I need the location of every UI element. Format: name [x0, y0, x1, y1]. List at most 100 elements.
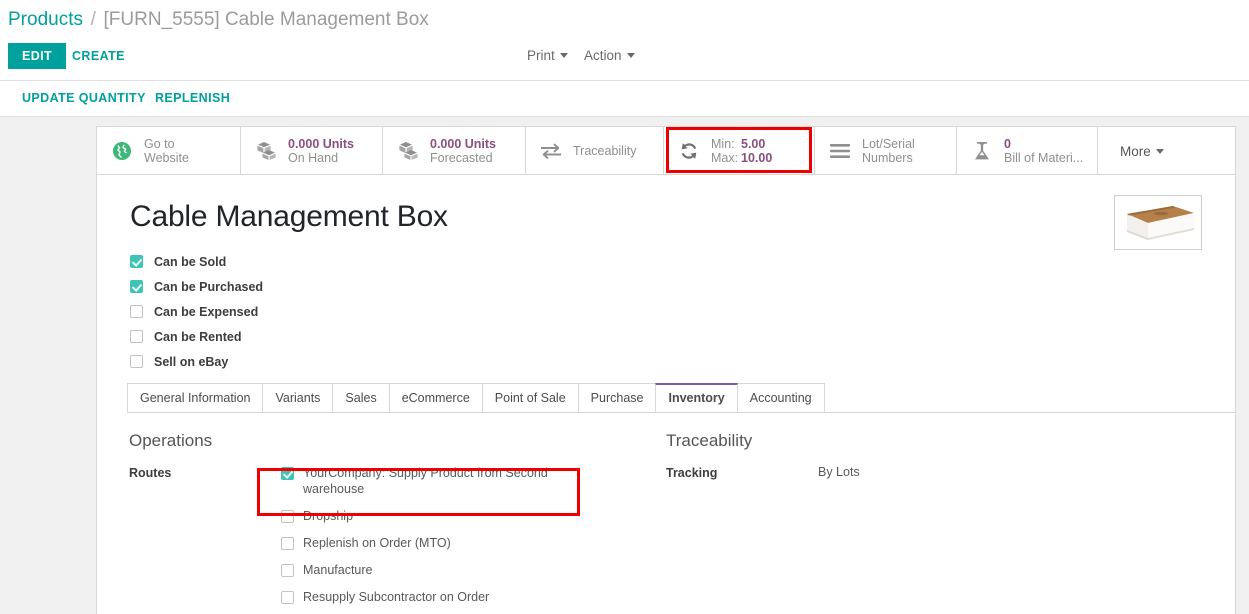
action-bar: EDIT CREATE Print Action: [0, 40, 1249, 81]
stat-label-bom: 0 Bill of Materi...: [1004, 137, 1083, 165]
route-label: YourCompany: Supply Product from Second …: [303, 465, 581, 497]
stat-line-2: Website: [144, 151, 189, 165]
route-label: Replenish on Order (MTO): [303, 535, 451, 551]
tab-point-of-sale[interactable]: Point of Sale: [482, 383, 579, 412]
stat-label-traceability: Traceability: [573, 144, 636, 158]
stat-label-lot-serial: Lot/Serial Numbers: [862, 137, 915, 165]
notebook-tabs: General Information Variants Sales eComm…: [127, 383, 1235, 413]
product-image[interactable]: [1114, 195, 1202, 250]
stat-button-traceability[interactable]: Traceability: [526, 127, 664, 175]
flag-row-can-be-purchased[interactable]: Can be Purchased: [130, 274, 263, 299]
stat-line-forecasted: Forecasted: [430, 151, 493, 165]
stat-value-on-hand: 0.000 Units: [288, 137, 354, 151]
exchange-arrows-icon: [538, 138, 564, 164]
route-row-replenish-on-order-mto[interactable]: Replenish on Order (MTO): [281, 535, 581, 551]
stat-label-min-max: Min:5.00 Max:10.00: [711, 137, 772, 165]
breadcrumb-separator: /: [87, 9, 100, 30]
breadcrumb-products-link[interactable]: Products: [8, 9, 83, 30]
tab-sales[interactable]: Sales: [332, 383, 389, 412]
stat-line-1: Go to: [144, 137, 175, 151]
form-sheet: Go to Website 0.000 Units On Hand: [96, 126, 1236, 614]
routes-field-row: Routes YourCompany: Supply Product from …: [129, 465, 689, 614]
stat-label-forecasted: 0.000 Units Forecasted: [430, 137, 496, 165]
flask-icon: [969, 138, 995, 164]
flag-row-can-be-rented[interactable]: Can be Rented: [130, 324, 263, 349]
min-key: Min:: [711, 137, 741, 151]
secondary-action-bar: UPDATE QUANTITY REPLENISH: [0, 81, 1249, 117]
checkbox-can-be-sold[interactable]: [130, 255, 143, 268]
create-button[interactable]: CREATE: [62, 43, 135, 69]
print-dropdown[interactable]: Print: [527, 48, 568, 63]
checkbox-can-be-rented[interactable]: [130, 330, 143, 343]
routes-label: Routes: [129, 465, 281, 614]
checkbox-route-supply-from-second-warehouse[interactable]: [281, 467, 294, 480]
tab-inventory[interactable]: Inventory: [655, 383, 737, 412]
tab-ecommerce[interactable]: eCommerce: [389, 383, 483, 412]
replenish-button[interactable]: REPLENISH: [149, 90, 236, 106]
route-label: Resupply Subcontractor on Order: [303, 589, 489, 605]
stat-line-on-hand: On Hand: [288, 151, 338, 165]
stat-button-min-max-rules[interactable]: Min:5.00 Max:10.00: [664, 127, 815, 175]
cable-management-box-illustration: [1115, 196, 1201, 249]
route-label: Manufacture: [303, 562, 372, 578]
update-quantity-button[interactable]: UPDATE QUANTITY: [16, 90, 152, 106]
chevron-down-icon: [627, 53, 635, 58]
route-row-supply-from-second-warehouse[interactable]: YourCompany: Supply Product from Second …: [281, 465, 581, 497]
max-row: Max:10.00: [711, 151, 772, 165]
stat-line-2: Numbers: [862, 151, 913, 165]
stat-button-lot-serial-numbers[interactable]: Lot/Serial Numbers: [815, 127, 957, 175]
stat-button-on-hand[interactable]: 0.000 Units On Hand: [241, 127, 383, 175]
checkbox-route-resupply-subcontractor[interactable]: [281, 591, 294, 604]
breadcrumb-current-record: [FURN_5555] Cable Management Box: [104, 9, 429, 30]
refresh-cycle-icon: [676, 138, 702, 164]
tracking-value: By Lots: [818, 465, 860, 480]
operations-group: Operations Routes YourCompany: Supply Pr…: [129, 431, 689, 614]
flag-label: Can be Purchased: [154, 280, 263, 294]
flag-row-can-be-sold[interactable]: Can be Sold: [130, 249, 263, 274]
boxes-icon: [253, 138, 279, 164]
tab-general-information[interactable]: General Information: [127, 383, 263, 412]
traceability-group: Traceability Tracking By Lots: [666, 431, 1186, 480]
route-row-dropship[interactable]: Dropship: [281, 508, 581, 524]
globe-icon: [109, 138, 135, 164]
max-key: Max:: [711, 151, 741, 165]
checkbox-route-dropship[interactable]: [281, 510, 294, 523]
flag-label: Sell on eBay: [154, 355, 228, 369]
stat-button-go-to-website[interactable]: Go to Website: [97, 127, 241, 175]
routes-checkbox-list: YourCompany: Supply Product from Second …: [281, 465, 581, 614]
tracking-label: Tracking: [666, 465, 818, 480]
chevron-down-icon: [1156, 149, 1164, 154]
tab-purchase[interactable]: Purchase: [578, 383, 657, 412]
tab-variants[interactable]: Variants: [262, 383, 333, 412]
page-title: Cable Management Box: [130, 200, 448, 234]
stat-line-1: Lot/Serial: [862, 137, 915, 151]
route-label: Dropship: [303, 508, 353, 524]
stat-button-forecasted[interactable]: 0.000 Units Forecasted: [383, 127, 526, 175]
stat-button-bill-of-materials[interactable]: 0 Bill of Materi...: [957, 127, 1098, 175]
route-row-resupply-subcontractor-on-order[interactable]: Resupply Subcontractor on Order: [281, 589, 581, 605]
traceability-group-title: Traceability: [666, 431, 1186, 451]
checkbox-sell-on-ebay[interactable]: [130, 355, 143, 368]
stat-label-on-hand: 0.000 Units On Hand: [288, 137, 354, 165]
action-dropdown[interactable]: Action: [584, 48, 635, 63]
action-label: Action: [584, 48, 622, 63]
flag-row-can-be-expensed[interactable]: Can be Expensed: [130, 299, 263, 324]
more-dropdown-button[interactable]: More: [1098, 127, 1186, 175]
checkbox-route-replenish-on-order[interactable]: [281, 537, 294, 550]
breadcrumb: Products / [FURN_5555] Cable Management …: [0, 0, 1249, 40]
min-row: Min:5.00: [711, 137, 765, 151]
tab-accounting[interactable]: Accounting: [737, 383, 825, 412]
min-value: 5.00: [741, 137, 765, 151]
edit-button[interactable]: EDIT: [8, 43, 66, 69]
checkbox-route-manufacture[interactable]: [281, 564, 294, 577]
flag-row-sell-on-ebay[interactable]: Sell on eBay: [130, 349, 263, 374]
flag-label: Can be Sold: [154, 255, 226, 269]
stat-value-bom: 0: [1004, 137, 1011, 151]
boxes-icon: [395, 138, 421, 164]
flag-label: Can be Rented: [154, 330, 242, 344]
checkbox-can-be-purchased[interactable]: [130, 280, 143, 293]
checkbox-can-be-expensed[interactable]: [130, 305, 143, 318]
bars-icon: [827, 138, 853, 164]
route-row-manufacture[interactable]: Manufacture: [281, 562, 581, 578]
max-value: 10.00: [741, 151, 772, 165]
